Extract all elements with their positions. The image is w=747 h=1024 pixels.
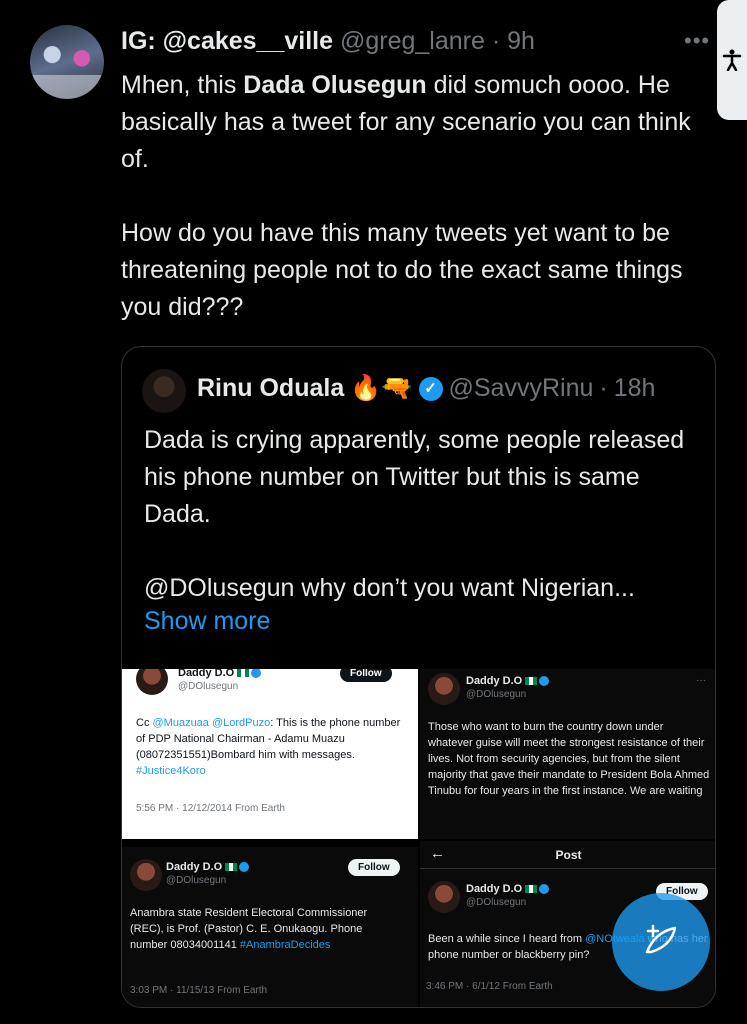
- avatar: [136, 669, 168, 695]
- separator-dot: ·: [491, 27, 501, 55]
- author-name[interactable]: IG: @cakes__ville: [121, 27, 333, 55]
- author-avatar[interactable]: [30, 25, 104, 99]
- author-handle[interactable]: @greg_lanre: [340, 27, 485, 55]
- avatar: [130, 859, 162, 891]
- compose-post-icon[interactable]: [612, 893, 710, 991]
- flag-icon: [237, 669, 250, 678]
- quote-text-para2: @DOlusegun why don’t you want Nigerian..…: [144, 574, 635, 602]
- screenshot-text: Cc @Muazuaa @LordPuzo: This is the phone…: [136, 715, 408, 779]
- quote-handle[interactable]: @SavvyRinu: [449, 374, 594, 403]
- tweet-text: Mhen, this Dada Olusegun did somuch oooo…: [121, 67, 721, 363]
- show-more-link[interactable]: Show more: [144, 607, 270, 636]
- tweet-header: IG: @cakes__ville @greg_lanre · 9h: [121, 27, 535, 56]
- screenshot-handle: @DOlusegun: [166, 875, 227, 886]
- screenshot-author-name: Daddy D.O: [466, 675, 550, 687]
- tweet-text-para2: How do you have this many tweets yet wan…: [121, 219, 683, 321]
- text-part: Cc: [136, 717, 153, 729]
- verified-badge-icon: ✓: [418, 376, 443, 401]
- separator-dot: ·: [599, 374, 608, 402]
- screenshot-handle: @DOlusegun: [466, 689, 527, 700]
- name-text: Daddy D.O: [466, 675, 523, 687]
- verified-badge-icon: [251, 669, 262, 679]
- hashtag-link: #Justice4Koro: [136, 765, 206, 777]
- quote-emoji: 🔥🔫: [350, 374, 413, 402]
- screenshot-image-2[interactable]: Daddy D.O @DOlusegun ··· Those who want …: [420, 669, 715, 839]
- screenshot-meta: 3:03 PM · 11/15/13 From Earth: [130, 985, 268, 996]
- name-text: Daddy D.O: [178, 669, 235, 679]
- screenshot-author-name: Daddy D.O: [178, 669, 262, 679]
- avatar: [428, 673, 460, 705]
- post-title: Post: [555, 848, 582, 862]
- quote-avatar[interactable]: [142, 369, 186, 413]
- follow-button: Follow: [348, 859, 400, 876]
- accessibility-icon[interactable]: [717, 0, 747, 120]
- name-text: Daddy D.O: [166, 861, 223, 873]
- quote-header: Rinu Oduala 🔥🔫 ✓ @SavvyRinu · 18h: [197, 374, 655, 403]
- flag-icon: [225, 863, 238, 872]
- more-horizontal-icon: ···: [696, 675, 706, 686]
- quote-text-para1: Dada is crying apparently, some people r…: [144, 426, 685, 528]
- avatar: [428, 881, 460, 913]
- screenshot-author-name: Daddy D.O: [466, 883, 550, 895]
- screenshot-meta: 3:46 PM · 6/1/12 From Earth: [426, 981, 553, 992]
- hashtag-link: #AnambraDecides: [239, 939, 331, 951]
- verified-badge-icon: [239, 862, 250, 873]
- screenshot-handle: @DOlusegun: [466, 897, 527, 908]
- follow-button: Follow: [340, 669, 392, 682]
- text-part: Been a while since I heard from: [428, 933, 586, 945]
- tweet-text-bold: Dada Olusegun: [243, 71, 427, 99]
- quote-time[interactable]: 18h: [614, 374, 656, 403]
- screenshot-image-3[interactable]: Daddy D.O @DOlusegun Follow Anambra stat…: [122, 847, 418, 1007]
- name-text: Daddy D.O: [466, 883, 523, 895]
- screenshot-image-1[interactable]: Daddy D.O @DOlusegun Follow Cc @Muazuaa …: [122, 669, 418, 839]
- tweet-time[interactable]: 9h: [507, 27, 535, 55]
- mention-link: @Muazuaa: [152, 717, 209, 729]
- screenshot-handle: @DOlusegun: [178, 681, 239, 692]
- quote-author-name[interactable]: Rinu Oduala: [197, 374, 344, 403]
- post-header-bar: ← Post: [420, 841, 715, 869]
- verified-badge-icon: [539, 884, 550, 895]
- screenshot-author-name: Daddy D.O: [166, 861, 250, 873]
- more-horizontal-icon[interactable]: •••: [684, 28, 710, 54]
- tweet-text-part: Mhen, this: [121, 71, 244, 99]
- screenshot-meta: 5:56 PM · 12/12/2014 From Earth: [136, 803, 285, 814]
- verified-badge-icon: [539, 676, 550, 687]
- mention-link: @LordPuzo: [211, 717, 271, 729]
- screenshot-text: Those who want to burn the country down …: [428, 721, 710, 797]
- flag-icon: [525, 677, 538, 686]
- screenshot-text: Anambra state Resident Electoral Commiss…: [130, 905, 400, 953]
- flag-icon: [525, 885, 538, 894]
